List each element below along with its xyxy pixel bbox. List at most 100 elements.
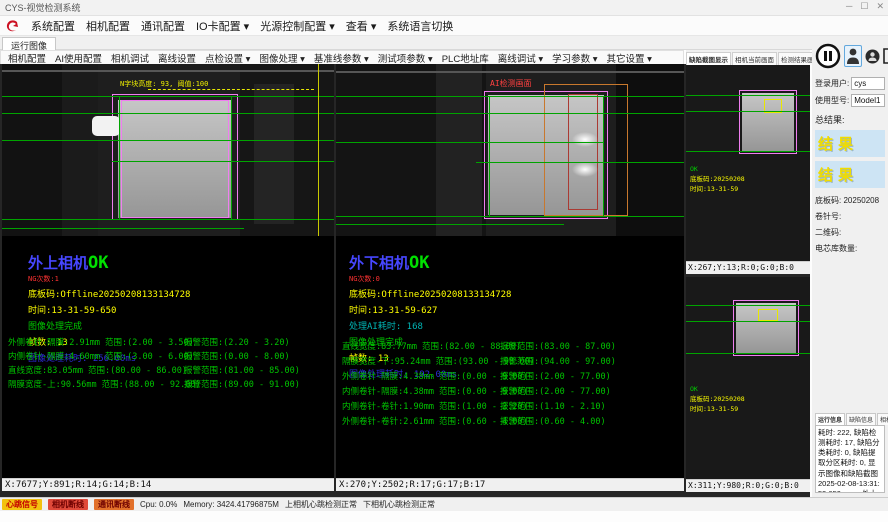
maximize-icon[interactable]: ☐	[860, 1, 868, 12]
snapshot-view-upper[interactable]: OK 底板码:20250208 时间:13-31-59 X:267;Y:13;R…	[686, 65, 810, 274]
baseline-line	[336, 142, 604, 143]
snapshot-image-lower: OK 底板码:20250208 时间:13-31-59	[686, 277, 810, 479]
tool-ai-config[interactable]: AI使用配置	[55, 51, 102, 65]
toolbar: 相机配置 AI使用配置 相机调试 离线设置 点检设置 ▾ 图像处理 ▾ 基准线参…	[0, 50, 684, 65]
menu-comm-config[interactable]: 通讯配置	[141, 18, 185, 34]
login-user-field[interactable]: cys	[851, 77, 885, 90]
baseline-line	[686, 151, 810, 152]
board-code-line: 底板码:Offline20250208133134728	[28, 287, 330, 300]
model-field[interactable]: Model1	[851, 94, 885, 107]
tab-run-image[interactable]: 运行图像	[2, 37, 56, 50]
measure-value: 外侧卷针-卷针:2.61mm 范围:(0.60 - 4.00)	[342, 415, 500, 430]
tab-defect-snapshot[interactable]: 缺陷截图显示	[686, 52, 731, 65]
camera-view-upper[interactable]: N字块高度: 93, 阈值:100 外上相机OK NG次数:1 底板码:Offl…	[2, 64, 334, 491]
part-outline-pink	[121, 100, 229, 218]
tool-camera-debug[interactable]: 相机调试	[111, 51, 149, 65]
machine-arm	[254, 84, 294, 224]
measurement-rows-lower: 直线宽度:83.77mm 范围:(82.00 - 88.00)报警范围:(83.…	[342, 340, 682, 430]
menu-language-switch[interactable]: 系统语言切换	[387, 18, 453, 34]
baseline-line	[686, 353, 810, 354]
result-badge-upper: 结果	[815, 130, 885, 157]
minimize-icon[interactable]: ─	[846, 1, 852, 12]
measure-value: 内侧卷针-隔膜:4.60mm 范围:(3.00 - 6.00)	[8, 350, 184, 364]
camera-view-lower[interactable]: AI检测画面 外下相机OK NG次数:0 底板码:Offline20250208…	[336, 64, 684, 491]
menu-view[interactable]: 查看 ▾	[346, 18, 377, 34]
tool-other-settings[interactable]: 其它设置 ▾	[607, 51, 652, 65]
exit-button[interactable]	[883, 48, 888, 64]
snapshot-overlay-text: OK 底板码:20250208 时间:13-31-59	[690, 385, 745, 414]
comm-offline-badge: 通讯断线	[94, 499, 134, 510]
tool-learn-params[interactable]: 学习参数 ▾	[552, 51, 597, 65]
lower-cam-heartbeat: 下相机心跳检测正常	[363, 499, 435, 510]
baseline-line	[686, 95, 810, 96]
upper-cam-heartbeat: 上相机心跳检测正常	[285, 499, 357, 510]
app-window: CYS-视觉检测系统 ─ ☐ ✕ 系统配置 相机配置 通讯配置 IO卡配置 ▾ …	[0, 0, 888, 522]
defect-highlight-box	[758, 309, 778, 321]
pixel-coord-readout-lower: X:270;Y:2502;R:17;G:17;B:17	[336, 478, 684, 491]
ai-time-line: 处理AI耗时: 168	[349, 319, 680, 332]
alarm-range: 报警范围:(2.20 - 3.20)	[184, 336, 332, 350]
tab-camera-live[interactable]: 相机当前画面	[732, 52, 777, 65]
alarm-range: 报警范围:(0.00 - 8.00)	[184, 350, 332, 364]
pixel-coord-readout-upper: X:7677;Y:891;R:14;G:14;B:14	[2, 478, 334, 491]
run-info-log[interactable]: 耗时: 222, 缺陷检测耗时: 17, 缺陷分类耗时: 0, 缺陷提取分区耗时…	[815, 425, 885, 493]
reflection-flare	[572, 132, 598, 147]
measurement-rows-upper: 外侧卷针-隔膜:2.91mm 范围:(2.00 - 3.50)报警范围:(2.2…	[8, 336, 332, 392]
measurement-row: 内侧卷针-隔膜:4.38mm 范围:(0.00 - 9.00)报警范围:(2.0…	[342, 385, 682, 400]
model-row: 使用型号: Model1	[815, 94, 885, 107]
baseline-line	[336, 96, 684, 97]
tab-defect-info[interactable]: 缺陷信息	[846, 413, 876, 425]
snapshot-overlay-text: OK 底板码:20250208 时间:13-31-59	[690, 165, 745, 194]
measurement-row: 直线宽度:83.77mm 范围:(82.00 - 88.00)报警范围:(83.…	[342, 340, 682, 355]
tool-spot-check[interactable]: 点检设置 ▾	[205, 51, 250, 65]
needle-no-label: 卷针号:	[815, 212, 841, 221]
baseline-line	[2, 96, 334, 97]
menu-camera-config[interactable]: 相机配置	[86, 18, 130, 34]
result-badge-lower: 结果	[815, 161, 885, 188]
snapshot-ok: OK	[690, 385, 745, 395]
tool-camera-config[interactable]: 相机配置	[8, 51, 46, 65]
camera-image-lower: AI检测画面	[336, 64, 684, 236]
user-button[interactable]	[844, 45, 862, 67]
tool-offline-debug[interactable]: 离线调试 ▾	[498, 51, 543, 65]
operator-button[interactable]	[865, 49, 880, 64]
ng-count-line: NG次数:1	[28, 274, 330, 284]
measure-value: 直线宽度:83.05mm 范围:(80.00 - 86.00)	[8, 364, 184, 378]
alarm-range: 报警范围:(2.00 - 77.00)	[500, 370, 682, 385]
tool-baseline-params[interactable]: 基准线参数 ▾	[314, 51, 369, 65]
cpu-usage: Cpu: 0.0%	[140, 500, 177, 509]
tool-offline-settings[interactable]: 离线设置	[158, 51, 196, 65]
connector-blob	[92, 116, 120, 136]
window-controls: ─ ☐ ✕	[846, 1, 884, 12]
tab-camera-info[interactable]: 相机信息	[877, 413, 888, 425]
tab-run-info[interactable]: 运行信息	[815, 413, 845, 425]
close-icon[interactable]: ✕	[876, 1, 884, 12]
camera-name: 外下相机	[349, 254, 409, 272]
menu-light-config[interactable]: 光源控制配置 ▾	[260, 18, 335, 34]
alarm-range: 报警范围:(83.00 - 87.00)	[500, 340, 682, 355]
baseline-line	[2, 140, 334, 141]
machine-column	[436, 64, 482, 236]
login-user-label: 登录用户:	[815, 78, 849, 89]
board-code-label: 底板码:	[815, 196, 841, 205]
machine-column	[62, 64, 98, 236]
heartbeat-badge: 心跳信号	[2, 499, 42, 510]
tool-plc-address[interactable]: PLC地址库	[442, 51, 489, 65]
board-code-value: 20250208	[843, 196, 879, 205]
time-line: 时间:13-31-59-650	[28, 303, 330, 316]
camera-title: 外下相机OK	[349, 252, 680, 273]
measurement-row: 隔膜宽度-上:90.56mm 范围:(88.00 - 92.00)报警范围:(8…	[8, 378, 332, 392]
qr-code-row: 二维码:	[815, 227, 885, 238]
menu-system-config[interactable]: 系统配置	[31, 18, 75, 34]
total-result-label: 总结果:	[815, 113, 885, 126]
pause-button[interactable]	[815, 43, 841, 69]
measurement-row: 直线宽度:83.05mm 范围:(80.00 - 86.00)报警范围:(81.…	[8, 364, 332, 378]
snapshot-view-lower[interactable]: OK 底板码:20250208 时间:13-31-59 X:311;Y:980;…	[686, 277, 810, 492]
camera-offline-badge: 相机断线	[48, 499, 88, 510]
memory-usage: Memory: 3424.41796875M	[183, 500, 279, 509]
tool-test-params[interactable]: 测试项参数 ▾	[378, 51, 433, 65]
baseline-line	[336, 224, 564, 225]
menu-io-config[interactable]: IO卡配置 ▾	[196, 18, 249, 34]
board-code-row: 底板码: 20250208	[815, 195, 885, 206]
tool-image-processing[interactable]: 图像处理 ▾	[259, 51, 304, 65]
